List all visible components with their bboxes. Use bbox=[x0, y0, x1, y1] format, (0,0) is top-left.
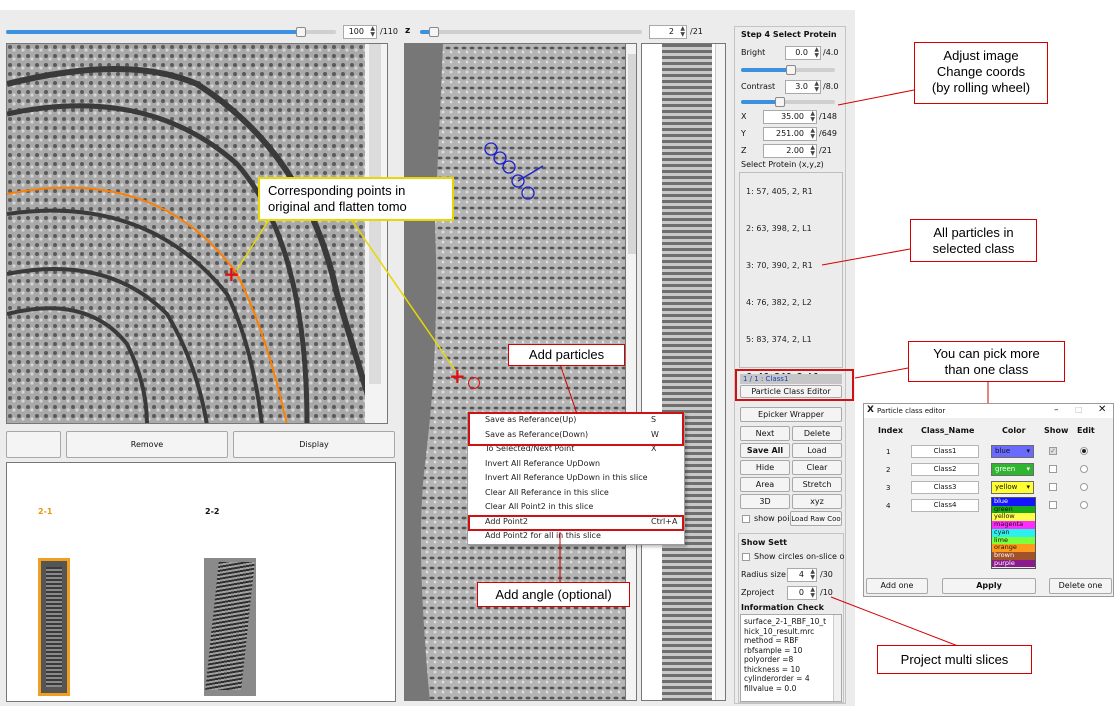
show-checkbox[interactable]: ✓ bbox=[1049, 447, 1057, 455]
row-index: 1 bbox=[886, 448, 891, 456]
apply-button[interactable]: Apply bbox=[942, 578, 1036, 594]
color-option[interactable]: purple bbox=[992, 559, 1035, 568]
edit-radio[interactable] bbox=[1080, 447, 1088, 455]
delete-one-button[interactable]: Delete one bbox=[1049, 578, 1112, 594]
color-select[interactable]: yellow ▾ bbox=[991, 481, 1034, 494]
callout-add-angle: Add angle (optional) bbox=[477, 582, 630, 607]
show-checkbox[interactable] bbox=[1049, 501, 1057, 509]
edit-radio[interactable] bbox=[1080, 501, 1088, 509]
callout-adjust-image: Adjust image Change coords (by rolling w… bbox=[914, 42, 1048, 104]
color-dropdown-list[interactable]: blue green yellow magenta cyan lime oran… bbox=[991, 497, 1036, 569]
callout-all-particles: All particles in selected class bbox=[910, 219, 1037, 262]
callout-corresponding-points: Corresponding points in original and fla… bbox=[258, 177, 454, 221]
edit-header: Edit bbox=[1077, 426, 1095, 435]
class-name-input[interactable]: Class2 bbox=[911, 463, 979, 476]
close-icon[interactable]: ✕ bbox=[1098, 404, 1106, 415]
add-one-button[interactable]: Add one bbox=[866, 578, 928, 594]
index-header: Index bbox=[878, 426, 903, 435]
color-select[interactable]: blue ▾ bbox=[991, 445, 1034, 458]
class-name-input[interactable]: Class4 bbox=[911, 499, 979, 512]
particle-class-editor-dialog: X Particle class editor – □ ✕ Index Clas… bbox=[863, 403, 1114, 597]
color-select[interactable]: green ▾ bbox=[991, 463, 1034, 476]
row-index: 3 bbox=[886, 484, 891, 492]
class-name-header: Class_Name bbox=[921, 426, 975, 435]
class-name-input[interactable]: Class3 bbox=[911, 481, 979, 494]
minimize-icon[interactable]: – bbox=[1054, 405, 1059, 415]
show-checkbox[interactable] bbox=[1049, 483, 1057, 491]
class-name-input[interactable]: Class1 bbox=[911, 445, 979, 458]
edit-radio[interactable] bbox=[1080, 483, 1088, 491]
callout-pick-more: You can pick more than one class bbox=[908, 341, 1065, 382]
row-index: 2 bbox=[886, 466, 891, 474]
show-header: Show bbox=[1044, 426, 1069, 435]
app-x-icon: X bbox=[867, 405, 874, 415]
maximize-icon[interactable]: □ bbox=[1075, 405, 1083, 414]
show-checkbox[interactable] bbox=[1049, 465, 1057, 473]
color-header: Color bbox=[1002, 426, 1026, 435]
edit-radio[interactable] bbox=[1080, 465, 1088, 473]
callout-project-multi: Project multi slices bbox=[877, 645, 1032, 674]
dialog-title: Particle class editor bbox=[877, 407, 946, 415]
row-index: 4 bbox=[886, 502, 891, 510]
callout-add-particles: Add particles bbox=[508, 344, 625, 366]
